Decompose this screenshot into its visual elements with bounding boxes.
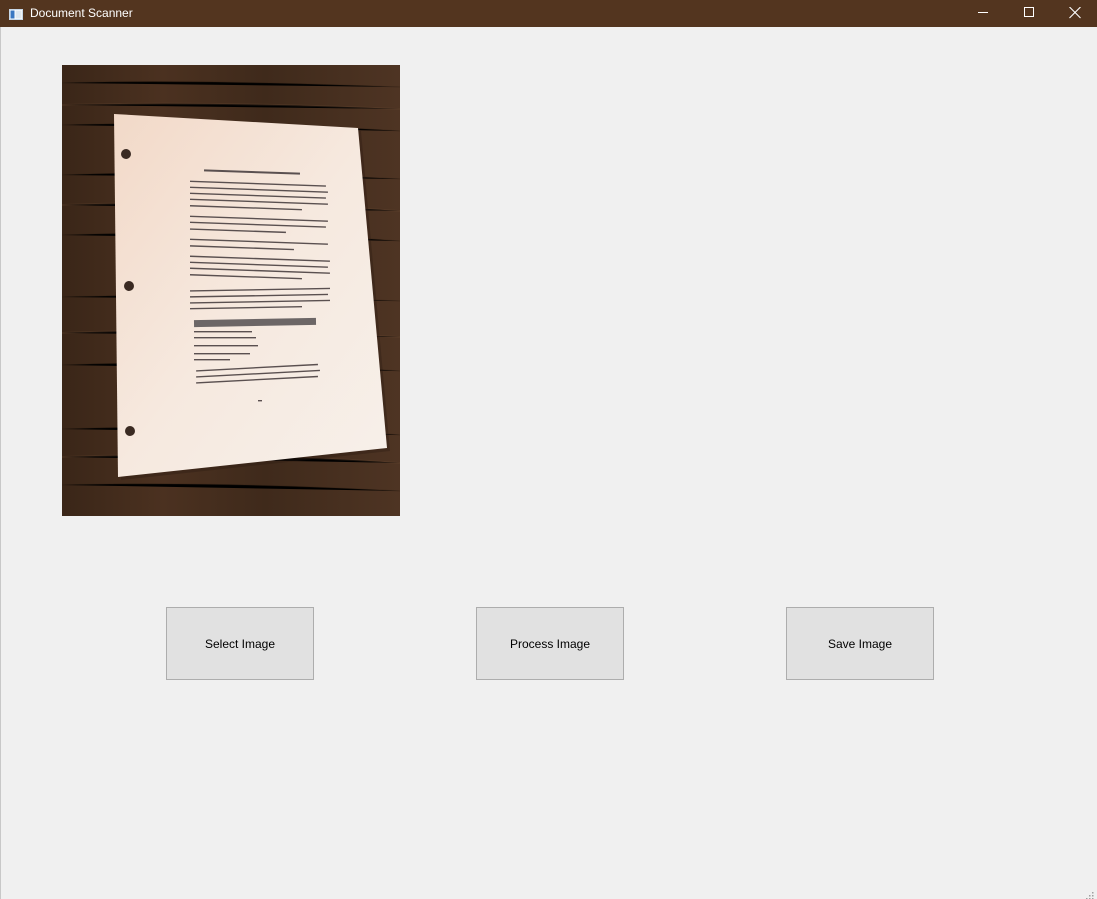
select-image-button[interactable]: Select Image: [166, 607, 314, 680]
close-icon: [1069, 7, 1081, 19]
window-title: Document Scanner: [30, 6, 133, 20]
resize-grip-icon[interactable]: [1085, 887, 1094, 899]
image-preview: [62, 65, 400, 516]
save-image-button[interactable]: Save Image: [786, 607, 934, 680]
app-window-icon: [9, 7, 23, 20]
minimize-button[interactable]: [960, 0, 1006, 27]
maximize-button[interactable]: [1006, 0, 1052, 27]
close-button[interactable]: [1052, 0, 1097, 27]
maximize-icon: [1024, 7, 1034, 17]
client-area: [0, 27, 1097, 899]
process-image-button[interactable]: Process Image: [476, 607, 624, 680]
title-bar[interactable]: Document Scanner: [0, 0, 1097, 27]
document-scanner-window: Document Scanner Select Image Process Im…: [0, 0, 1097, 899]
document-photo: [62, 65, 400, 516]
minimize-icon: [978, 12, 988, 13]
